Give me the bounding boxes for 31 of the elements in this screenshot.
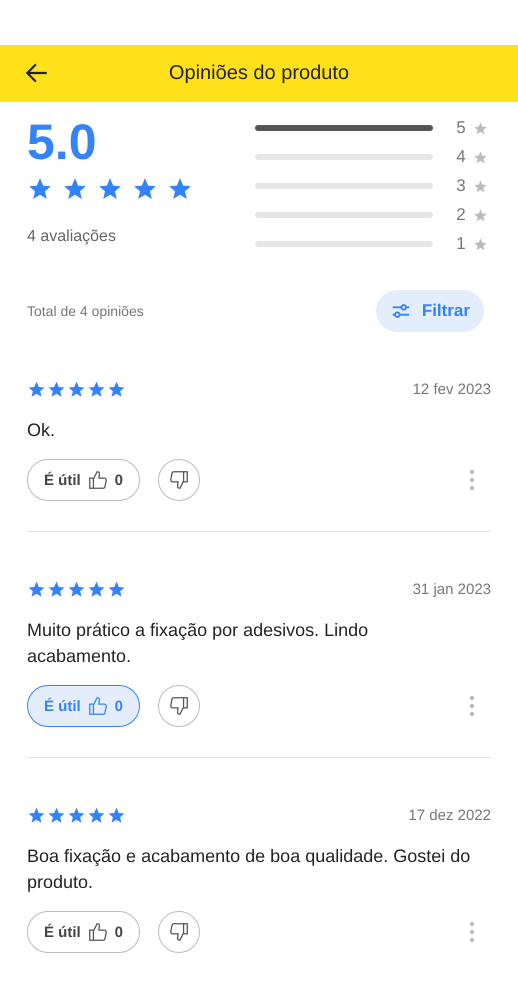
star-level-label: 1 bbox=[455, 234, 467, 254]
average-score: 5.0 bbox=[27, 116, 98, 168]
thumbs-down-icon bbox=[168, 469, 190, 491]
review-date: 31 jan 2023 bbox=[412, 581, 491, 598]
thumbs-up-icon bbox=[86, 695, 109, 717]
review-date: 17 dez 2022 bbox=[408, 807, 491, 824]
thumbs-down-icon bbox=[168, 921, 190, 943]
star-level-label: 3 bbox=[455, 176, 467, 196]
total-opinions: Total de 4 opiniões bbox=[27, 303, 144, 319]
star-level-label: 4 bbox=[455, 147, 467, 167]
thumbs-up-icon bbox=[86, 921, 109, 943]
star-level-label: 2 bbox=[455, 205, 467, 225]
helpful-button[interactable]: É útil 0 bbox=[27, 911, 140, 953]
star-icon bbox=[473, 178, 488, 194]
ratings-count: 4 avaliações bbox=[27, 228, 117, 246]
star-icon bbox=[473, 236, 488, 252]
review-text: Boa fixação e acabamento de boa qualidade. Gostei do produto. bbox=[27, 845, 472, 894]
thumbs-up-icon bbox=[86, 469, 109, 491]
review-text: Muito prático a fixação por adesivos. Lindo acabamento. bbox=[27, 619, 370, 668]
star-icon bbox=[473, 150, 488, 164]
thumbs-down-icon bbox=[168, 695, 190, 717]
review-date: 12 fev 2023 bbox=[412, 381, 491, 398]
star-icon bbox=[473, 120, 488, 136]
star-icon bbox=[473, 208, 488, 222]
dislike-button[interactable] bbox=[158, 685, 200, 727]
page-title: Opiniões do produto bbox=[168, 62, 350, 85]
dislike-button[interactable] bbox=[158, 459, 200, 501]
star-level-label: 5 bbox=[455, 118, 467, 138]
review-text: Ok. bbox=[27, 419, 56, 442]
helpful-button[interactable]: É útil 0 bbox=[27, 459, 140, 501]
dislike-button[interactable] bbox=[158, 911, 200, 953]
